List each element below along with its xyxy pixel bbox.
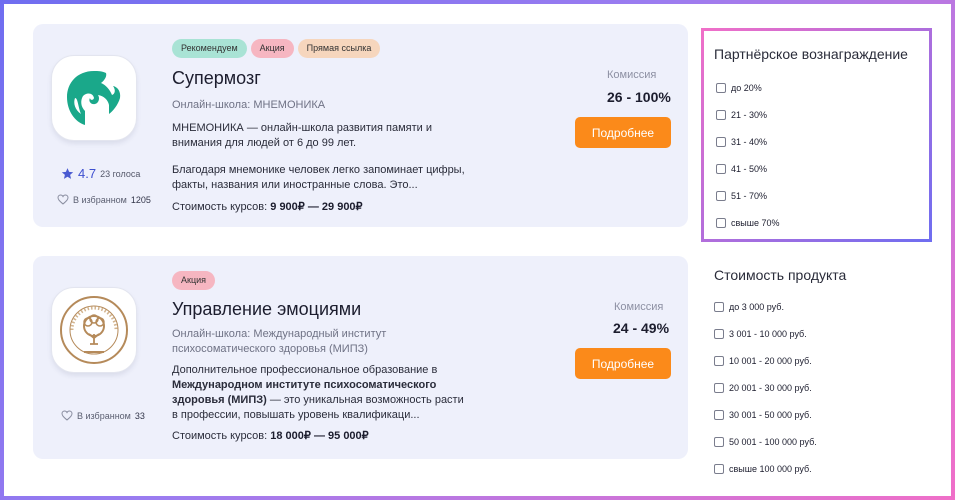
school-logo[interactable]: [52, 56, 136, 140]
commission-label: Комиссия: [607, 69, 657, 81]
favorites-count: 33: [134, 410, 145, 421]
commission-label: Комиссия: [614, 301, 664, 313]
price-range: Стоимость курсов: 9 900₽ — 29 900₽: [172, 200, 363, 213]
checkbox-icon[interactable]: [716, 110, 726, 120]
price-value: 18 000₽ — 95 000₽: [270, 430, 369, 442]
star-icon: [61, 168, 74, 179]
commission-value: 26 - 100%: [607, 89, 671, 105]
price-label: Стоимость курсов:: [172, 430, 268, 442]
checkbox-icon[interactable]: [716, 164, 726, 174]
commission-value: 24 - 49%: [613, 320, 670, 336]
offer-description: Дополнительное профессиональное образова…: [172, 363, 472, 423]
page: 4.7 23 голоса В избранном 1205 Рекоменду…: [4, 4, 951, 496]
option-label: 41 - 50%: [731, 164, 768, 174]
reward-option[interactable]: 51 - 70%: [716, 191, 767, 201]
option-label: 50 001 - 100 000 руб.: [729, 437, 817, 447]
tag-promo[interactable]: Акция: [172, 271, 215, 290]
checkbox-icon[interactable]: [714, 329, 724, 339]
checkbox-icon[interactable]: [714, 437, 724, 447]
price-filter: Стоимость продукта до 3 000 руб. 3 001 -…: [710, 262, 940, 492]
elephant-logo-icon: [67, 71, 121, 125]
option-label: 20 001 - 30 000 руб.: [729, 383, 812, 393]
offer-card: В избранном 33 Акция Управление эмоциями…: [33, 256, 688, 459]
favorites[interactable]: В избранном 33: [61, 410, 145, 421]
reward-option[interactable]: 21 - 30%: [716, 110, 767, 120]
school-name: Онлайн-школа: Международный институт пси…: [172, 328, 387, 355]
offer-card: 4.7 23 голоса В избранном 1205 Рекоменду…: [33, 24, 688, 227]
description-text: Дополнительное профессиональное образова…: [172, 364, 438, 376]
school-name: Онлайн-школа: МНЕМОНИКА: [172, 99, 326, 111]
price-option[interactable]: 10 001 - 20 000 руб.: [714, 356, 812, 366]
option-label: 30 001 - 50 000 руб.: [729, 410, 812, 420]
heart-icon[interactable]: [57, 194, 69, 205]
option-label: до 20%: [731, 83, 762, 93]
price-label: Стоимость курсов:: [172, 201, 268, 213]
checkbox-icon[interactable]: [714, 302, 724, 312]
option-label: 3 001 - 10 000 руб.: [729, 329, 807, 339]
tag-list: Рекомендуем Акция Прямая ссылка: [172, 39, 381, 58]
reward-option[interactable]: до 20%: [716, 83, 762, 93]
checkbox-icon[interactable]: [714, 464, 724, 474]
tag-list: Акция: [172, 271, 215, 290]
option-label: 51 - 70%: [731, 191, 768, 201]
checkbox-icon[interactable]: [714, 410, 724, 420]
reward-option[interactable]: 41 - 50%: [716, 164, 767, 174]
favorites-label: В избранном: [73, 194, 127, 205]
details-button[interactable]: Подробнее: [575, 117, 671, 148]
favorites-label: В избранном: [77, 410, 131, 421]
option-label: 21 - 30%: [731, 110, 768, 120]
price-option[interactable]: 3 001 - 10 000 руб.: [714, 329, 807, 339]
tree-seal-logo-icon: [60, 296, 128, 364]
price-range: Стоимость курсов: 18 000₽ — 95 000₽: [172, 429, 369, 442]
reward-option[interactable]: 31 - 40%: [716, 137, 767, 147]
checkbox-icon[interactable]: [714, 383, 724, 393]
checkbox-icon[interactable]: [716, 218, 726, 228]
price-option[interactable]: 20 001 - 30 000 руб.: [714, 383, 812, 393]
option-label: свыше 100 000 руб.: [729, 464, 812, 474]
reward-filter-title: Партнёрское вознаграждение: [714, 46, 908, 62]
price-value: 9 900₽ — 29 900₽: [270, 201, 363, 213]
rating-value: 4.7: [78, 166, 97, 181]
reward-filter: Партнёрское вознаграждение до 20% 21 - 3…: [701, 28, 932, 242]
offer-title[interactable]: Супермозг: [172, 68, 261, 89]
price-option[interactable]: свыше 100 000 руб.: [714, 464, 812, 474]
tag-promo[interactable]: Акция: [250, 39, 294, 58]
checkbox-icon[interactable]: [716, 83, 726, 93]
favorites[interactable]: В избранном 1205: [57, 194, 151, 205]
offer-title[interactable]: Управление эмоциями: [172, 299, 361, 320]
rating: 4.7 23 голоса: [61, 166, 140, 181]
favorites-count: 1205: [130, 194, 151, 205]
price-option[interactable]: 30 001 - 50 000 руб.: [714, 410, 812, 420]
details-button[interactable]: Подробнее: [575, 348, 671, 379]
tag-direct-link[interactable]: Прямая ссылка: [297, 39, 381, 58]
option-label: 10 001 - 20 000 руб.: [729, 356, 812, 366]
checkbox-icon[interactable]: [716, 191, 726, 201]
heart-icon[interactable]: [61, 410, 73, 421]
offer-description: МНЕМОНИКА — онлайн-школа развития памяти…: [172, 122, 433, 149]
price-option[interactable]: 50 001 - 100 000 руб.: [714, 437, 817, 447]
checkbox-icon[interactable]: [714, 356, 724, 366]
checkbox-icon[interactable]: [716, 137, 726, 147]
price-option[interactable]: до 3 000 руб.: [714, 302, 784, 312]
option-label: до 3 000 руб.: [729, 302, 784, 312]
option-label: свыше 70%: [731, 218, 780, 228]
option-label: 31 - 40%: [731, 137, 768, 147]
reward-option[interactable]: свыше 70%: [716, 218, 780, 228]
school-logo[interactable]: [52, 288, 136, 372]
offer-description-extra: Благодаря мнемонике человек легко запоми…: [172, 164, 465, 191]
price-filter-title: Стоимость продукта: [714, 267, 847, 283]
rating-votes: 23 голоса: [100, 168, 141, 179]
tag-recommended[interactable]: Рекомендуем: [172, 39, 247, 58]
